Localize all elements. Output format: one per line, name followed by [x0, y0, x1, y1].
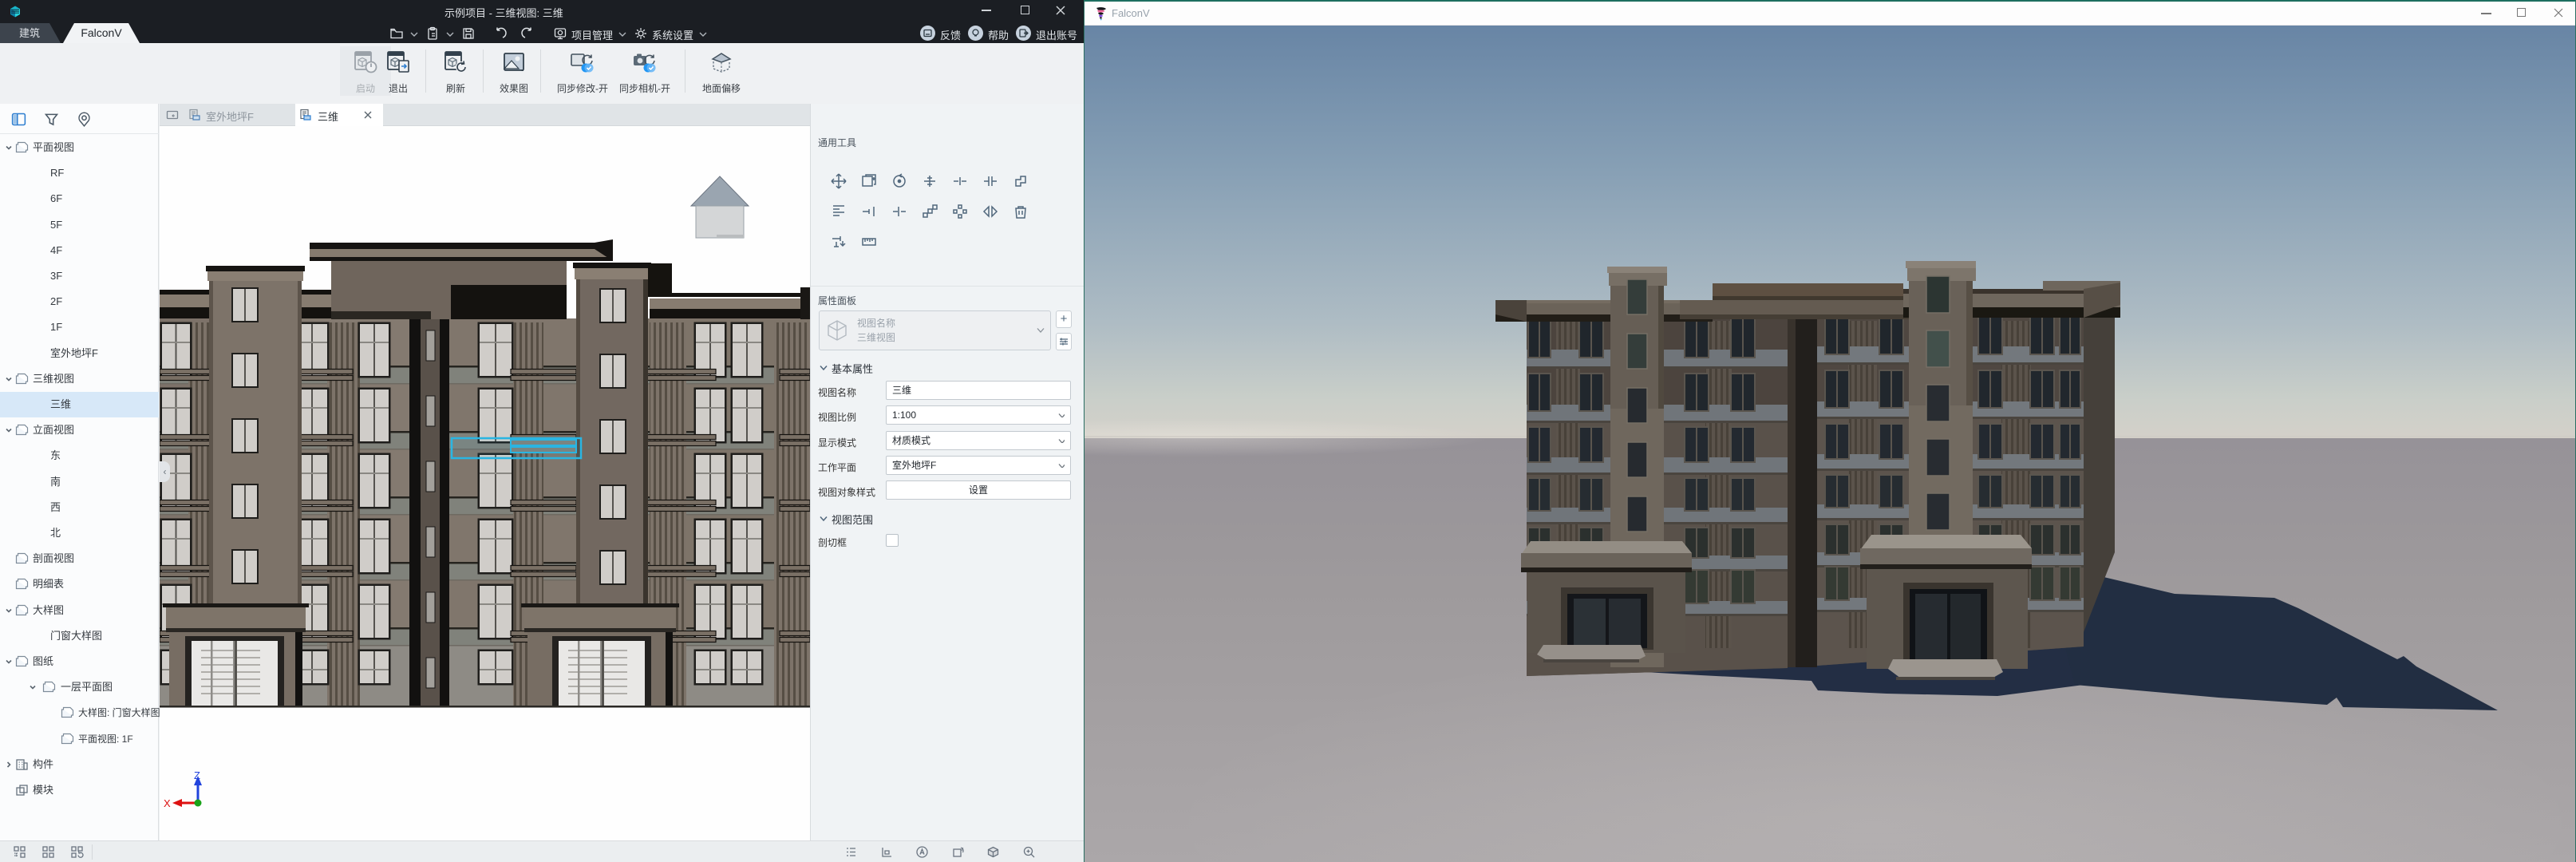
svg-text:X: X [164, 797, 171, 809]
svg-text:Z: Z [194, 769, 200, 781]
